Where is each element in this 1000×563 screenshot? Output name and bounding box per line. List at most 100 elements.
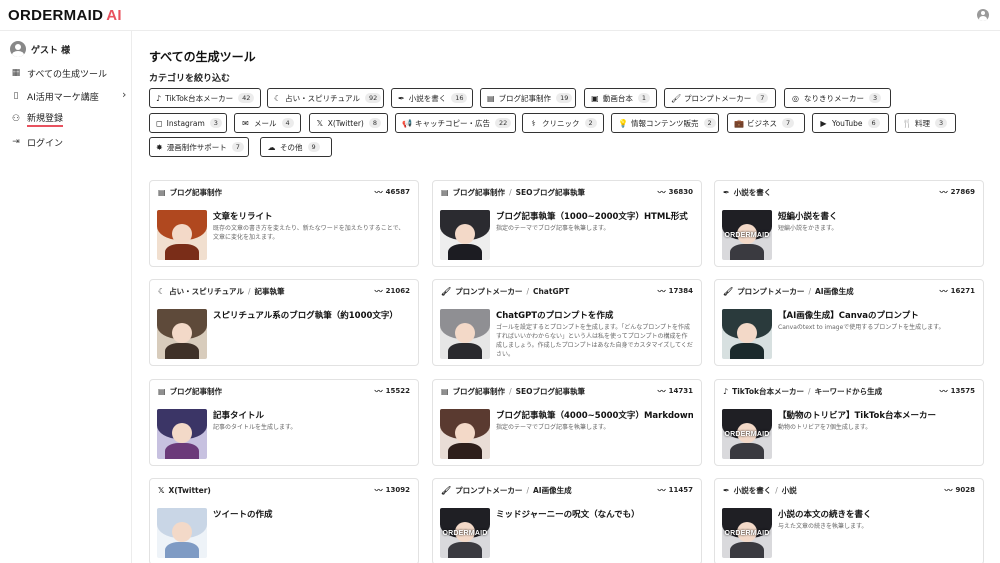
trend-icon: 〰 bbox=[374, 187, 383, 197]
category-chip[interactable]: ▣ 動画台本 1 bbox=[584, 88, 657, 108]
card-header: 🖌 プロンプトメーカー / ChatGPT 〰 17384 bbox=[441, 285, 693, 297]
trend-icon: 〰 bbox=[374, 386, 383, 396]
category-chip[interactable]: ▶ YouTube 6 bbox=[812, 113, 889, 133]
card-title: ブログ記事執筆（4000~5000文字）Markdown形式 bbox=[496, 411, 693, 421]
doctor-icon: ⚕ bbox=[531, 118, 536, 128]
sidebar-item-label: すべての生成ツール bbox=[27, 69, 108, 80]
card-views: 〰 21062 bbox=[375, 286, 410, 297]
tool-card[interactable]: 𝕏 X(Twitter) 〰 13092 ツイートの作成 bbox=[149, 478, 419, 563]
chip-label: ブログ記事制作 bbox=[498, 93, 552, 103]
category-chip[interactable]: ◎ なりきりメーカー 3 bbox=[784, 88, 891, 108]
tool-card[interactable]: 🖌 プロンプトメーカー / AI画像生成 〰 16271 【AI画像生成】Canvaのプロン… bbox=[714, 279, 984, 366]
card-header: 🖌 プロンプトメーカー / AI画像生成 〰 16271 bbox=[723, 285, 975, 297]
filter-label: カテゴリを絞り込む bbox=[149, 74, 231, 84]
x-icon: 𝕏 bbox=[316, 118, 324, 128]
card-views: 〰 13092 bbox=[375, 485, 410, 496]
card-description: 動物のトリビアを7個生成します。 bbox=[778, 424, 872, 431]
page-title: すべての生成ツール bbox=[149, 50, 256, 64]
chip-count: 1 bbox=[637, 93, 650, 103]
app-logo[interactable]: ORDERMAID AI bbox=[8, 7, 122, 24]
category-chip[interactable]: 🖌 プロンプトメーカー 7 bbox=[664, 88, 776, 108]
tool-card[interactable]: 🖌 プロンプトメーカー / ChatGPT 〰 17384 ChatGPTのプロンプトを作成… bbox=[432, 279, 702, 366]
category-chip[interactable]: 📢 キャッチコピー・広告 22 bbox=[395, 113, 516, 133]
card-views: 〰 14731 bbox=[658, 386, 693, 397]
card-thumbnail bbox=[157, 309, 207, 359]
category-chip[interactable]: ✸ 漫画制作サポート 7 bbox=[149, 137, 249, 157]
category-chip[interactable]: ☾ 占い・スピリチュアル 92 bbox=[267, 88, 384, 108]
chip-count: 6 bbox=[867, 118, 880, 128]
sidebar-item-all-tools[interactable]: ▦ すべての生成ツール bbox=[10, 65, 107, 81]
sidebar-item-label: AI活用マーケ講座 bbox=[27, 92, 99, 103]
chip-label: 動画台本 bbox=[602, 93, 633, 103]
thumbnail-watermark: ORDERMAID bbox=[724, 431, 770, 438]
utensils-icon: 🍴 bbox=[902, 118, 912, 128]
card-title: 記事タイトル bbox=[213, 411, 265, 421]
category-chip[interactable]: ☁ その他 9 bbox=[260, 137, 332, 157]
chip-label: TikTok台本メーカー bbox=[165, 93, 234, 103]
chip-label: クリニック bbox=[542, 118, 580, 128]
card-subcategory: ChatGPT bbox=[532, 286, 570, 296]
tool-card[interactable]: ▤ ブログ記事制作 〰 15522 記事タイトル 記事のタイトルを生成します。 bbox=[149, 379, 419, 466]
card-header: ▤ ブログ記事制作 / SEOブログ記事執筆 〰 14731 bbox=[441, 385, 693, 397]
tool-card[interactable]: 🖌 プロンプトメーカー / AI画像生成 〰 11457 ORDERMAID ミッドジャーニー… bbox=[432, 478, 702, 563]
card-views: 〰 17384 bbox=[658, 286, 693, 297]
megaphone-icon: 📢 bbox=[402, 118, 412, 128]
chip-count: 19 bbox=[556, 93, 573, 103]
chip-count: 7 bbox=[782, 118, 795, 128]
card-title: 小説の本文の続きを書く bbox=[778, 510, 872, 520]
sidebar-guest[interactable]: ゲスト 様 bbox=[10, 41, 70, 57]
account-icon[interactable] bbox=[977, 9, 989, 21]
tool-card[interactable]: ✒ 小説を書く / 小説 〰 9028 ORDERMAID 小説の本文の続きを書く 与えた文章の… bbox=[714, 478, 984, 563]
card-header: ✒ 小説を書く / 小説 〰 9028 bbox=[723, 484, 975, 496]
sidebar-item-marketing-course[interactable]: ▯ AI活用マーケ講座 › bbox=[10, 88, 130, 104]
card-views: 〰 46587 bbox=[375, 187, 410, 198]
category-chip[interactable]: 💡 情報コンテンツ販売 2 bbox=[611, 113, 719, 133]
sidebar-item-register[interactable]: ⚇ 新規登録 bbox=[10, 111, 64, 127]
logo-text: ORDERMAID bbox=[8, 7, 104, 24]
card-category: X(Twitter) bbox=[168, 485, 211, 495]
category-chip[interactable]: ⚕ クリニック 2 bbox=[522, 113, 604, 133]
card-header: ▤ ブログ記事制作 〰 15522 bbox=[158, 385, 410, 397]
card-views: 〰 9028 bbox=[945, 485, 975, 496]
card-title: ミッドジャーニーの呪文（なんでも） bbox=[496, 510, 640, 520]
category-separator: / bbox=[808, 386, 811, 396]
card-category: ブログ記事制作 bbox=[452, 187, 506, 197]
card-description: 与えた文章の続きを執筆します。 bbox=[778, 523, 868, 530]
view-count: 27869 bbox=[950, 188, 975, 196]
tool-card[interactable]: ☾ 占い・スピリチュアル / 記事執筆 〰 21062 スピリチュアル系のブログ執筆（約10… bbox=[149, 279, 419, 366]
card-description: 短編小説をかきます。 bbox=[778, 225, 838, 232]
category-separator: / bbox=[775, 485, 778, 495]
card-subcategory: SEOブログ記事執筆 bbox=[515, 187, 585, 197]
category-chip[interactable]: 🍴 料理 3 bbox=[895, 113, 956, 133]
card-thumbnail: ORDERMAID bbox=[440, 508, 490, 558]
sidebar-item-label: ログイン bbox=[27, 138, 64, 149]
card-subcategory: AI画像生成 bbox=[532, 485, 572, 495]
chip-count: 3 bbox=[935, 118, 948, 128]
chip-count: 7 bbox=[231, 142, 244, 152]
category-chip[interactable]: ◻ Instagram 3 bbox=[149, 113, 227, 133]
category-chip[interactable]: ✒ 小説を書く 16 bbox=[391, 88, 473, 108]
card-category: プロンプトメーカー bbox=[737, 286, 805, 296]
card-title: ブログ記事執筆（1000~2000文字）HTML形式 bbox=[496, 212, 688, 222]
tool-card[interactable]: ✒ 小説を書く 〰 27869 ORDERMAID 短編小説を書く 短編小説をかきます。 bbox=[714, 180, 984, 267]
tool-card[interactable]: ▤ ブログ記事制作 〰 46587 文章をリライト 既存の文章の書き方を変えたり、新たなワ… bbox=[149, 180, 419, 267]
category-chip[interactable]: ✉ メール 4 bbox=[234, 113, 301, 133]
category-chip[interactable]: 𝕏 X(Twitter) 8 bbox=[309, 113, 388, 133]
tool-card[interactable]: ▤ ブログ記事制作 / SEOブログ記事執筆 〰 14731 ブログ記事執筆（4000~50… bbox=[432, 379, 702, 466]
sidebar-item-login[interactable]: ⇥ ログイン bbox=[10, 134, 63, 150]
pen-icon: ✒ bbox=[398, 93, 405, 103]
chip-label: メール bbox=[254, 118, 277, 128]
card-views: 〰 11457 bbox=[658, 485, 693, 496]
tool-card[interactable]: ♪ TikTok台本メーカー / キーワードから生成 〰 13575 ORDERMAID 【動… bbox=[714, 379, 984, 466]
view-count: 17384 bbox=[668, 287, 693, 295]
category-chip[interactable]: ♪ TikTok台本メーカー 42 bbox=[149, 88, 261, 108]
category-chip[interactable]: ▤ ブログ記事制作 19 bbox=[480, 88, 576, 108]
card-header: ▤ ブログ記事制作 〰 46587 bbox=[158, 186, 410, 198]
card-header: ☾ 占い・スピリチュアル / 記事執筆 〰 21062 bbox=[158, 285, 410, 297]
category-chip[interactable]: 💼 ビジネス 7 bbox=[727, 113, 805, 133]
tool-card[interactable]: ▤ ブログ記事制作 / SEOブログ記事執筆 〰 36830 ブログ記事執筆（1000~20… bbox=[432, 180, 702, 267]
pen-icon: ✒ bbox=[723, 485, 730, 495]
chip-label: その他 bbox=[280, 142, 303, 152]
view-count: 16271 bbox=[950, 287, 975, 295]
card-title: ChatGPTのプロンプトを作成 bbox=[496, 311, 614, 321]
